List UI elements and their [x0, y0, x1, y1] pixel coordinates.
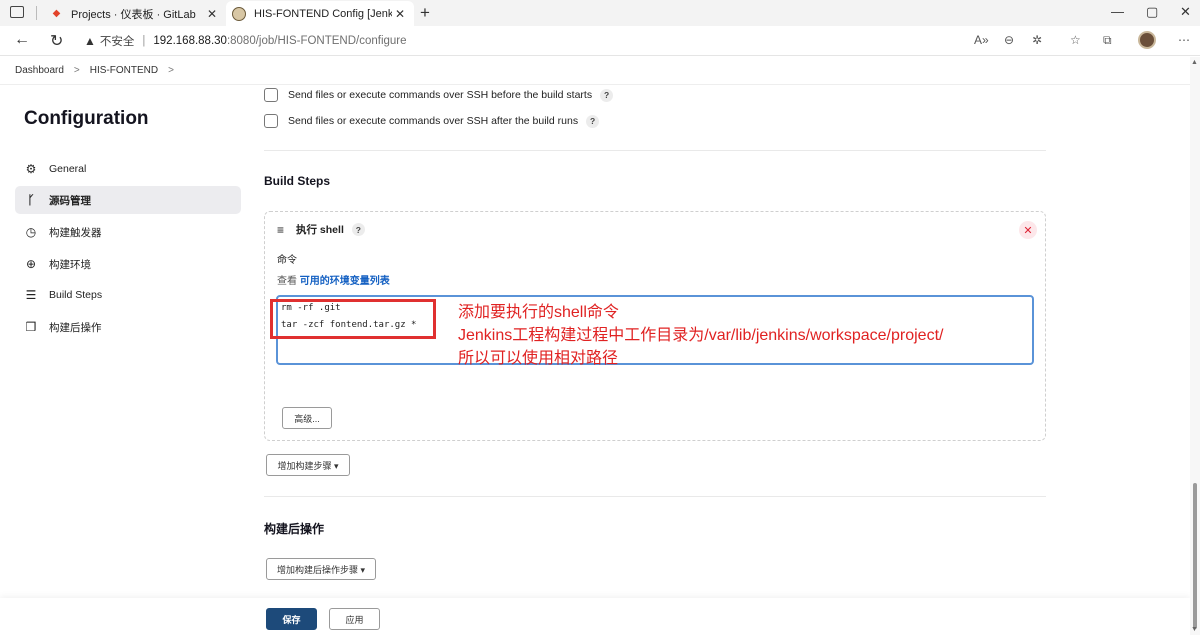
more-icon[interactable]: ⋯ — [1178, 33, 1190, 47]
save-button[interactable]: 保存 — [266, 608, 317, 630]
ssh-before-option: Send files or execute commands over SSH … — [264, 88, 614, 102]
ssh-after-checkbox[interactable] — [264, 114, 278, 128]
ssh-before-checkbox[interactable] — [264, 88, 278, 102]
url-host: 192.168.88.30 — [153, 35, 227, 47]
add-build-step-button[interactable]: 增加构建步骤 ▾ — [266, 454, 350, 476]
refresh-icon[interactable]: ↻ — [50, 31, 63, 51]
delete-step-icon[interactable]: ✕ — [1019, 221, 1037, 239]
annotation-line: 所以可以使用相对路径 — [458, 350, 619, 367]
env-vars-line: 查看 可用的环境变量列表 — [277, 272, 390, 287]
page-title: Configuration — [24, 108, 149, 129]
tab-title: HIS-FONTEND Config [Jenkins] — [254, 7, 392, 20]
collections-icon[interactable]: ⧉ — [1103, 33, 1112, 48]
close-tab-icon[interactable]: ✕ — [204, 7, 220, 21]
list-icon: ☰ — [25, 288, 37, 302]
back-icon[interactable]: ← — [14, 31, 30, 49]
chevron-right-icon[interactable]: > — [168, 65, 174, 76]
sidebar-item-environment[interactable]: ⊕ 构建环境 — [15, 250, 241, 278]
read-aloud-icon[interactable]: A» — [974, 33, 989, 47]
apply-button[interactable]: 应用 — [329, 608, 380, 630]
env-vars-prefix: 查看 — [277, 276, 300, 287]
ssh-before-label: Send files or execute commands over SSH … — [288, 89, 593, 101]
shell-step-title: 执行 shell — [296, 224, 344, 236]
favorites-icon[interactable]: ☆ — [1070, 33, 1081, 47]
branch-icon: ᚴ — [27, 193, 35, 207]
env-vars-link[interactable]: 可用的环境变量列表 — [300, 276, 390, 287]
help-icon[interactable]: ? — [351, 223, 365, 236]
sidebar-item-label: 源码管理 — [49, 194, 91, 207]
browser-tab-bar: ◆ Projects · 仪表板 · GitLab ✕ HIS-FONTEND … — [0, 0, 1200, 26]
url-field[interactable]: ▲ 不安全 | 192.168.88.30 :8080/job/HIS-FONT… — [84, 29, 1064, 53]
address-bar: ← ↻ ▲ 不安全 | 192.168.88.30 :8080/job/HIS-… — [0, 26, 1200, 56]
gear-icon: ⚙ — [25, 162, 37, 176]
sidebar-item-label: 构建后操作 — [49, 321, 102, 334]
tab-divider — [36, 6, 37, 20]
restore-icon[interactable]: ▢ — [1146, 4, 1158, 20]
cube-icon: ❒ — [25, 320, 37, 334]
sidebar-item-label: Build Steps — [49, 289, 103, 301]
form-action-bar — [0, 598, 1190, 635]
help-icon[interactable]: ? — [586, 114, 600, 128]
shell-step-header: ≡ 执行 shell ? — [277, 222, 365, 237]
gitlab-icon: ◆ — [52, 8, 61, 19]
scroll-down-icon[interactable]: ▼ — [1191, 626, 1198, 633]
ssh-after-label: Send files or execute commands over SSH … — [288, 115, 579, 127]
security-label: 不安全 — [99, 36, 135, 48]
annotation-line: Jenkins工程构建过程中工作目录为/var/lib/jenkins/work… — [458, 327, 944, 344]
url-separator: | — [142, 35, 146, 47]
sidebar-item-label: 构建触发器 — [49, 226, 102, 239]
new-tab-icon[interactable]: + — [420, 3, 430, 23]
clock-icon: ◷ — [25, 225, 37, 239]
command-label: 命令 — [277, 255, 297, 266]
help-icon[interactable]: ? — [600, 88, 614, 102]
url-path: :8080/job/HIS-FONTEND/configure — [226, 35, 407, 47]
annotation-line: 添加要执行的shell命令 — [458, 304, 619, 321]
profile-avatar[interactable] — [1138, 31, 1156, 49]
ssh-after-option: Send files or execute commands over SSH … — [264, 114, 600, 128]
divider — [264, 150, 1046, 151]
breadcrumb: Dashboard > HIS-FONTEND > — [0, 57, 1200, 85]
window-close-icon[interactable]: ✕ — [1180, 4, 1191, 20]
warning-icon: ▲ — [84, 34, 96, 48]
annotation-highlight-box — [270, 299, 436, 339]
sidebar-item-label: 构建环境 — [49, 258, 91, 271]
breadcrumb-job[interactable]: HIS-FONTEND — [90, 65, 158, 76]
tab-title: Projects · 仪表板 · GitLab — [71, 8, 196, 21]
divider — [264, 496, 1046, 497]
tab-actions-icon[interactable] — [10, 6, 24, 18]
close-tab-icon[interactable]: ✕ — [392, 7, 408, 21]
add-post-build-step-button[interactable]: 增加构建后操作步骤 ▾ — [266, 558, 376, 580]
page-scrollbar[interactable]: ▲ ▼ — [1190, 57, 1200, 635]
scroll-up-icon[interactable]: ▲ — [1191, 59, 1198, 66]
browser-tab-jenkins[interactable]: HIS-FONTEND Config [Jenkins] ✕ — [226, 1, 414, 26]
sidebar-item-post-build[interactable]: ❒ 构建后操作 — [15, 313, 241, 341]
zoom-icon[interactable]: ⊖ — [1004, 33, 1014, 47]
advanced-button[interactable]: 高级... — [282, 407, 332, 429]
sidebar-item-scm[interactable]: ᚴ 源码管理 — [15, 186, 241, 214]
sidebar-item-build-steps[interactable]: ☰ Build Steps — [15, 281, 241, 309]
globe-icon: ⊕ — [25, 257, 37, 271]
sidebar-item-triggers[interactable]: ◷ 构建触发器 — [15, 218, 241, 246]
chevron-right-icon: > — [73, 65, 80, 76]
extensions-icon[interactable]: ✲ — [1032, 33, 1042, 47]
scrollbar-thumb[interactable] — [1193, 483, 1197, 629]
browser-tab-gitlab[interactable]: ◆ Projects · 仪表板 · GitLab ✕ — [44, 1, 226, 26]
breadcrumb-dashboard[interactable]: Dashboard — [15, 65, 64, 76]
minimize-icon[interactable]: — — [1111, 4, 1124, 19]
build-steps-heading: Build Steps — [264, 174, 331, 188]
post-build-heading: 构建后操作 — [264, 522, 325, 536]
sidebar-item-label: General — [49, 163, 87, 175]
jenkins-icon — [232, 6, 246, 21]
drag-handle-icon[interactable]: ≡ — [277, 223, 284, 237]
sidebar-item-general[interactable]: ⚙ General — [15, 155, 241, 183]
